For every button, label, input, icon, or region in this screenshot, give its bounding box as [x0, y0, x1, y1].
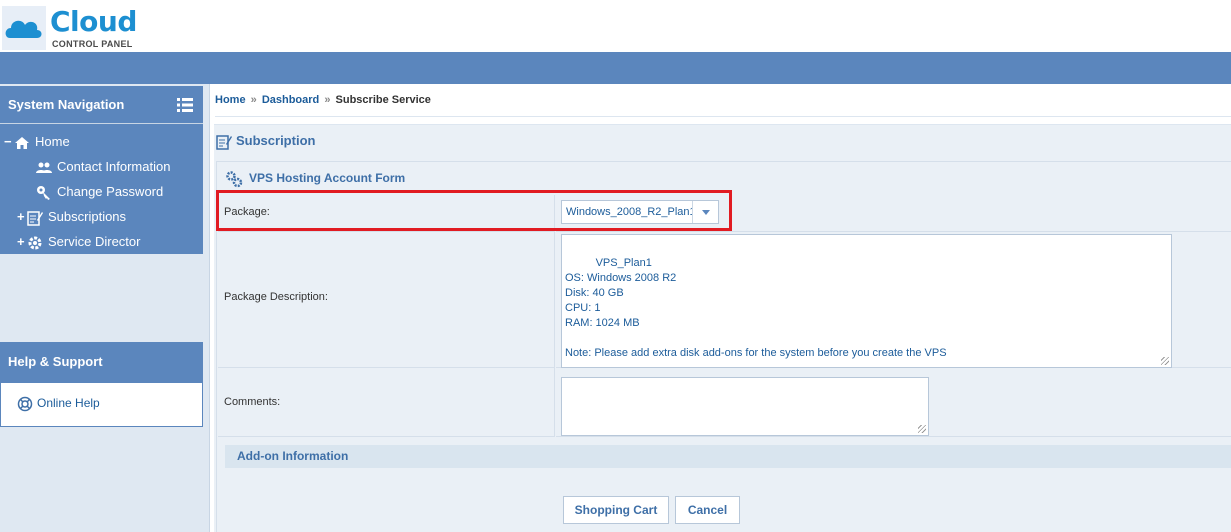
resize-grip-icon[interactable] [918, 425, 926, 433]
cancel-button[interactable]: Cancel [675, 496, 740, 524]
addon-information-title: Add-on Information [237, 449, 349, 463]
package-description-text: VPS_Plan1 OS: Windows 2008 R2 Disk: 40 G… [565, 257, 947, 359]
sidebar-item-change-password[interactable]: Change Password [36, 181, 163, 203]
shopping-cart-button[interactable]: Shopping Cart [563, 496, 669, 524]
comments-label-cell: Comments: [218, 368, 555, 437]
online-help-label: Online Help [37, 396, 100, 411]
package-select-value: Windows_2008_R2_Plan1 [566, 206, 696, 218]
collapse-icon[interactable]: − [4, 131, 14, 153]
breadcrumb-separator: » [324, 94, 331, 106]
resize-grip-icon[interactable] [1161, 357, 1169, 365]
sidebar-item-subscriptions[interactable]: + Subscriptions [17, 206, 126, 228]
users-icon [36, 162, 52, 173]
breadcrumb-current: Subscribe Service [335, 94, 431, 106]
gear-icon [28, 236, 42, 250]
sidebar-item-contact-information[interactable]: Contact Information [36, 156, 170, 178]
breadcrumb: Home » Dashboard » Subscribe Service [215, 84, 1231, 117]
form-title-text: VPS Hosting Account Form [249, 171, 406, 186]
breadcrumb-dashboard-link[interactable]: Dashboard [262, 94, 319, 106]
chevron-down-icon[interactable] [692, 201, 718, 223]
package-description-value-cell: VPS_Plan1 OS: Windows 2008 R2 Disk: 40 G… [556, 232, 1231, 368]
sidebar-item-home[interactable]: − Home [4, 131, 70, 153]
sidebar: System Navigation − Home Contact Informat… [0, 84, 210, 532]
expand-icon[interactable]: + [17, 206, 27, 228]
addon-information-header: Add-on Information [225, 445, 1231, 468]
subscription-title: Subscription [216, 133, 315, 150]
document-edit-icon [27, 210, 43, 226]
breadcrumb-home-link[interactable]: Home [215, 94, 246, 106]
expand-icon[interactable]: + [17, 231, 27, 253]
document-edit-icon [216, 134, 232, 150]
system-navigation-header: System Navigation [0, 86, 203, 124]
sidebar-item-label: Home [35, 134, 70, 149]
package-select[interactable]: Windows_2008_R2_Plan1 [561, 200, 719, 224]
gears-icon [226, 171, 243, 188]
sidebar-item-label: Subscriptions [48, 209, 127, 224]
cloud-logo-icon [2, 6, 46, 50]
logo-word: Cloud [50, 5, 137, 38]
form-title: VPS Hosting Account Form [225, 170, 405, 188]
sidebar-item-label: Contact Information [57, 159, 171, 174]
help-support-panel: Online Help [0, 382, 203, 427]
cloud-logo[interactable]: Cloud CONTROL PANEL [2, 4, 142, 50]
package-description-label: Package Description: [224, 291, 328, 303]
top-bar [0, 52, 1231, 84]
sidebar-item-label: Service Director [48, 234, 141, 249]
comments-label: Comments: [224, 396, 281, 408]
home-icon [15, 136, 29, 149]
online-help-link[interactable]: Online Help [17, 396, 100, 412]
package-label: Package: [224, 206, 270, 218]
system-navigation-title: System Navigation [8, 97, 125, 112]
sidebar-item-service-director[interactable]: + Service Director [17, 231, 140, 253]
subscription-title-text: Subscription [236, 133, 316, 148]
sidebar-item-label: Change Password [57, 184, 164, 199]
package-description-label-cell: Package Description: [218, 232, 555, 368]
breadcrumb-separator: » [250, 94, 257, 106]
system-navigation-panel: System Navigation − Home Contact Informat… [0, 86, 203, 254]
package-label-cell: Package: [218, 195, 555, 232]
logo-subtitle: CONTROL PANEL [52, 39, 133, 49]
lifebuoy-icon [17, 396, 33, 412]
vps-hosting-account-form: VPS Hosting Account Form Package: Window… [216, 161, 1231, 532]
main-content: Home » Dashboard » Subscribe Service Sub… [210, 84, 1231, 532]
comments-value-cell [556, 368, 1231, 437]
comments-textarea[interactable] [561, 377, 929, 436]
subscription-section: Subscription VPS Hosting Account Form Pa… [214, 124, 1231, 532]
help-support-header: Help & Support [0, 342, 203, 382]
package-description-textarea[interactable]: VPS_Plan1 OS: Windows 2008 R2 Disk: 40 G… [561, 234, 1172, 368]
header: Cloud CONTROL PANEL [0, 0, 1231, 52]
list-menu-icon[interactable] [177, 98, 193, 112]
package-value-cell: Windows_2008_R2_Plan1 [556, 195, 1231, 232]
key-icon [37, 185, 50, 200]
help-support-title: Help & Support [8, 354, 103, 369]
